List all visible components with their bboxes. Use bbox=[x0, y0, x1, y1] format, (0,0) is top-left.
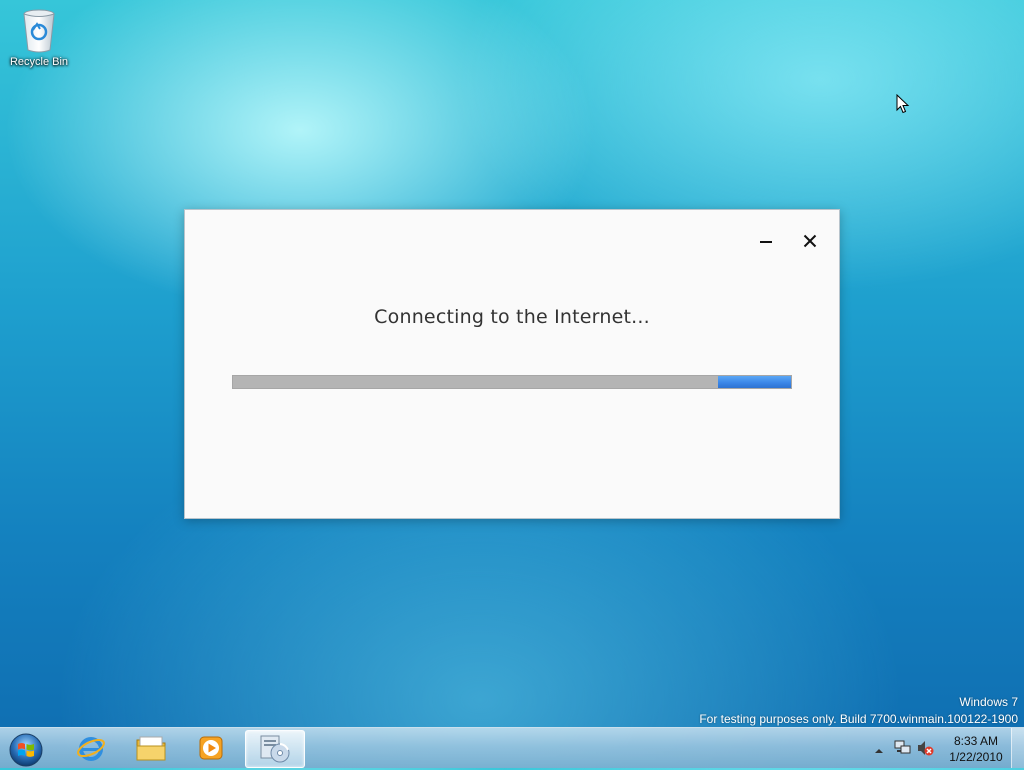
volume-button[interactable] bbox=[916, 739, 934, 761]
windows-orb-icon bbox=[9, 733, 43, 767]
build-string: For testing purposes only. Build 7700.wi… bbox=[699, 712, 1018, 726]
minimize-button[interactable] bbox=[754, 229, 778, 253]
close-button[interactable] bbox=[798, 229, 822, 253]
os-name: Windows 7 bbox=[959, 695, 1018, 709]
build-watermark: Windows 7 For testing purposes only. Bui… bbox=[699, 695, 1018, 726]
volume-muted-icon bbox=[918, 741, 934, 756]
media-player-icon bbox=[199, 736, 223, 760]
network-icon bbox=[894, 740, 911, 754]
status-message: Connecting to the Internet... bbox=[374, 306, 650, 328]
progress-bar bbox=[232, 375, 792, 389]
clock-time: 8:33 AM bbox=[953, 734, 999, 748]
network-status-button[interactable] bbox=[894, 739, 912, 761]
taskbar-media-player[interactable] bbox=[182, 730, 240, 766]
folder-icon bbox=[136, 736, 166, 761]
taskbar: 8:33 AM 1/22/2010 bbox=[0, 727, 1024, 768]
start-button[interactable] bbox=[6, 730, 46, 770]
taskbar-setup[interactable] bbox=[245, 730, 305, 768]
taskbar-windows-explorer[interactable] bbox=[122, 730, 180, 766]
recycle-bin-icon bbox=[19, 6, 59, 54]
setup-disc-icon bbox=[260, 735, 290, 763]
mouse-cursor-icon bbox=[896, 93, 910, 114]
recycle-bin-label: Recycle Bin bbox=[9, 56, 69, 68]
close-icon bbox=[803, 234, 817, 248]
show-hidden-icons-button[interactable] bbox=[874, 741, 884, 760]
show-desktop-button[interactable] bbox=[1011, 728, 1024, 768]
clock-date: 1/22/2010 bbox=[949, 750, 1003, 764]
chevron-up-icon bbox=[875, 749, 883, 753]
progress-bar-indicator bbox=[718, 376, 791, 388]
connecting-dialog: Connecting to the Internet... bbox=[184, 209, 840, 519]
clock[interactable]: 8:33 AM 1/22/2010 bbox=[942, 733, 1010, 765]
minimize-icon bbox=[760, 241, 772, 243]
recycle-bin-shortcut[interactable]: Recycle Bin bbox=[6, 6, 72, 68]
taskbar-internet-explorer[interactable] bbox=[62, 730, 120, 766]
internet-explorer-icon bbox=[77, 737, 105, 761]
system-tray: 8:33 AM 1/22/2010 bbox=[864, 728, 1024, 768]
